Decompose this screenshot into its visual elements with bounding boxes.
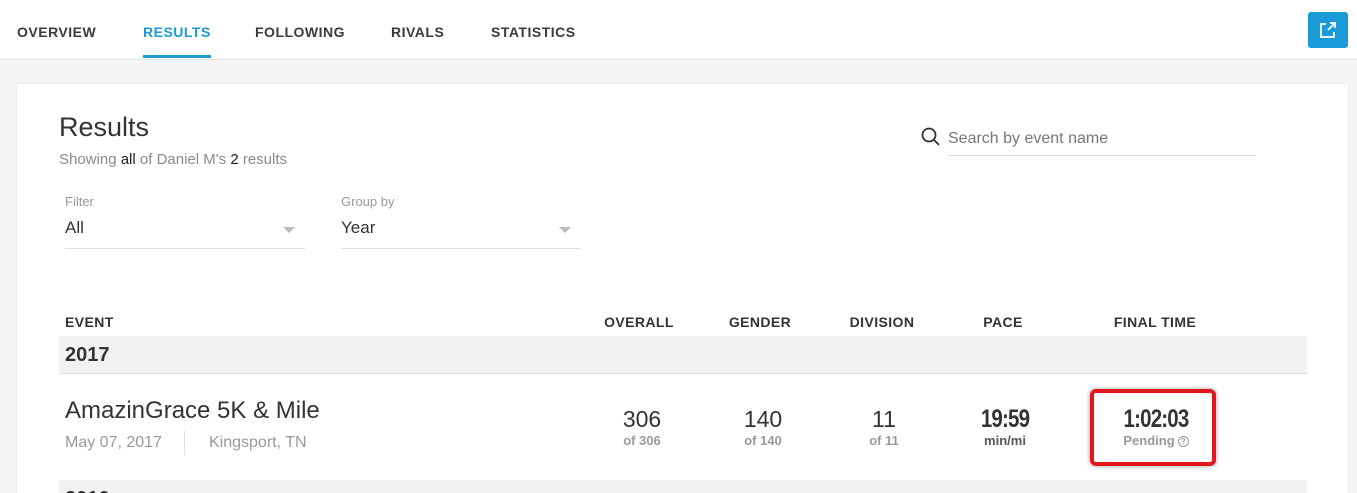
column-header-gender: GENDER (728, 314, 792, 330)
year-group-header: 2017 (59, 336, 1307, 374)
pace-unit: min/mi (984, 433, 1026, 448)
division-place: 11 of 11 (824, 405, 944, 449)
filter-select[interactable]: Filter All (65, 194, 305, 249)
column-header-overall: OVERALL (604, 314, 674, 330)
column-header-event: EVENT (65, 314, 114, 330)
gender-place-total: of 140 (744, 433, 782, 448)
pace-value: 19:59 (980, 405, 1030, 433)
year-label: 2016 (65, 488, 110, 493)
share-external-icon (1320, 22, 1336, 38)
overall-place: 306 of 306 (582, 405, 702, 449)
summary-middle: of Daniel M's (139, 151, 227, 168)
division-place-total: of 11 (869, 433, 899, 448)
pace: 19:59 min/mi (945, 405, 1065, 449)
chevron-down-icon (283, 227, 295, 233)
gender-place-value: 140 (743, 406, 783, 432)
meta-divider (184, 431, 185, 455)
search-icon (921, 127, 940, 146)
results-card: Results Showing all of Daniel M's 2 resu… (17, 84, 1348, 493)
event-date: May 07, 2017 (65, 434, 162, 451)
event-location: Kingsport, TN (209, 434, 307, 451)
group-by-select[interactable]: Group by Year (341, 194, 581, 249)
summary-count: 2 (230, 151, 239, 168)
filter-value: All (65, 218, 84, 237)
group-by-label: Group by (341, 194, 395, 209)
summary-suffix: results (242, 151, 288, 168)
overall-place-value: 306 (622, 406, 662, 432)
tab-overview[interactable]: OVERVIEW (17, 0, 96, 60)
tab-results[interactable]: RESULTS (143, 0, 211, 60)
column-header-division: DIVISION (849, 314, 915, 330)
chevron-down-icon (559, 227, 571, 233)
filter-label: Filter (65, 194, 94, 209)
results-summary: Showing all of Daniel M's 2 results (59, 151, 287, 168)
year-label: 2017 (65, 344, 110, 366)
group-by-value: Year (341, 218, 376, 237)
column-header-final-time: FINAL TIME (1113, 314, 1197, 330)
division-place-value: 11 (872, 406, 896, 432)
tab-rivals[interactable]: RIVALS (391, 0, 444, 60)
search-input[interactable] (948, 122, 1256, 156)
overall-place-total: of 306 (623, 433, 661, 448)
share-button[interactable] (1308, 12, 1348, 48)
search-box (920, 122, 1256, 156)
tab-following[interactable]: FOLLOWING (255, 0, 345, 60)
summary-prefix: Showing (59, 151, 117, 168)
final-time-highlight (1090, 389, 1216, 466)
gender-place: 140 of 140 (703, 405, 823, 449)
year-group-header: 2016 (59, 480, 1307, 493)
summary-scope: all (120, 151, 136, 168)
column-header-pace: PACE (983, 314, 1023, 330)
page-title: Results (59, 112, 150, 142)
top-navigation: OVERVIEW RESULTS FOLLOWING RIVALS STATIS… (0, 0, 1357, 60)
tab-statistics[interactable]: STATISTICS (491, 0, 576, 60)
event-name-link[interactable]: AmazinGrace 5K & Mile (65, 397, 320, 425)
